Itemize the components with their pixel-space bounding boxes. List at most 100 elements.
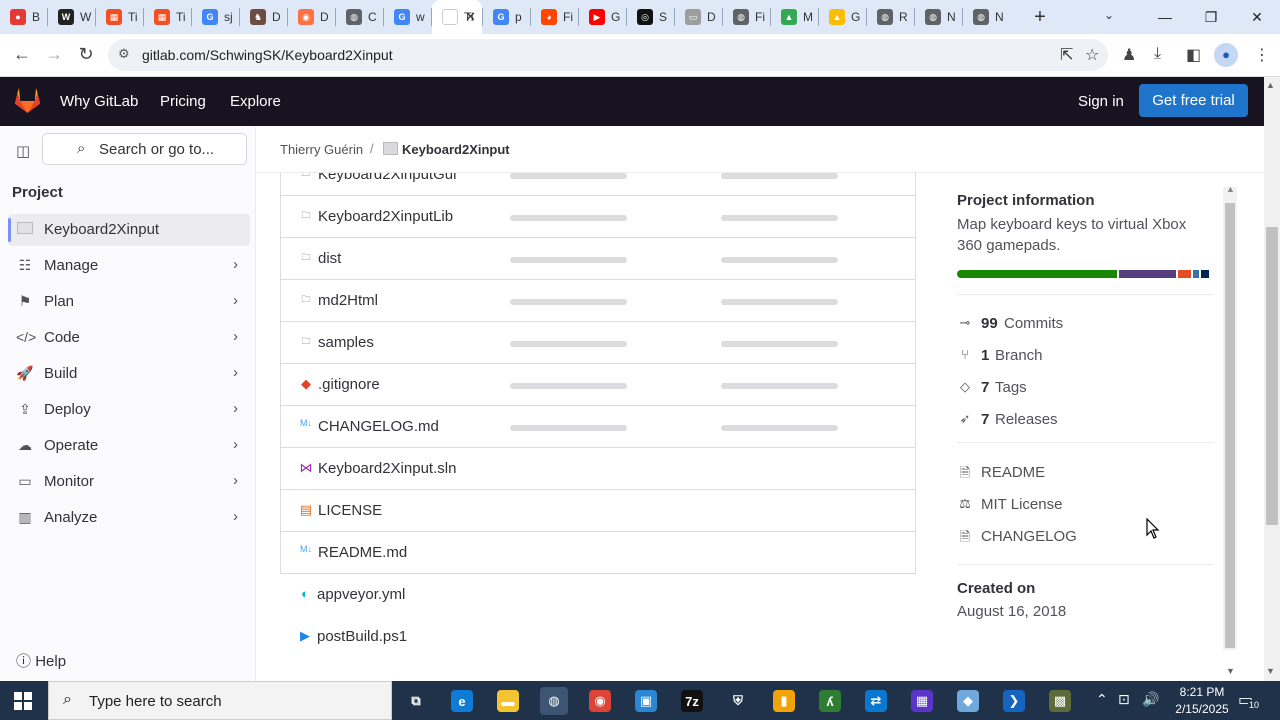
file-row[interactable]: ⋈ Keyboard2Xinput.sln	[280, 448, 916, 490]
help-link[interactable]: ⓘ Help	[16, 650, 66, 671]
file-row[interactable]: M↓ CHANGELOG.md	[280, 406, 916, 448]
language-segment[interactable]	[1193, 270, 1202, 278]
free-trial-button[interactable]: Get free trial	[1139, 84, 1248, 117]
browser-tab[interactable]: ▦ Ti	[144, 0, 191, 34]
page-scroll-down-icon[interactable]: ▼	[1266, 666, 1275, 676]
browser-menu-icon[interactable]: ⋮	[1254, 45, 1270, 65]
file-name-link[interactable]: Keyboard2XinputGui	[318, 173, 456, 183]
side-panel-icon[interactable]: ◧	[1186, 45, 1201, 65]
project-link-readme[interactable]: 🗎 README	[957, 463, 1157, 483]
clock[interactable]: 8:21 PM 2/15/2025	[1170, 684, 1234, 718]
browser-tab[interactable]: ◍ Fi	[723, 0, 770, 34]
language-bar[interactable]	[957, 270, 1214, 278]
file-row[interactable]: ▤ LICENSE	[280, 490, 916, 532]
network-icon[interactable]: ⊡	[1118, 691, 1130, 708]
nav-explore[interactable]: Explore	[230, 93, 281, 110]
sign-in-link[interactable]: Sign in	[1078, 93, 1124, 110]
browser-tab[interactable]: ▦ Ti	[96, 0, 143, 34]
app-misc-icon[interactable]: ▩	[1046, 687, 1074, 715]
powershell-icon[interactable]: ❯	[1000, 687, 1028, 715]
sidebar-item-code[interactable]: </> Code ›	[8, 322, 250, 354]
breadcrumb-owner[interactable]: Thierry Guérin	[280, 142, 363, 157]
chrome-icon[interactable]: ◉	[586, 687, 614, 715]
file-row[interactable]: 🗀 md2Html	[280, 280, 916, 322]
file-name-link[interactable]: md2Html	[318, 292, 378, 309]
file-row[interactable]: 🗀 Keyboard2XinputGui	[280, 173, 916, 196]
sidebar-item-build[interactable]: 🚀 Build ›	[8, 358, 250, 390]
file-name-link[interactable]: CHANGELOG.md	[318, 418, 439, 435]
browser-tab[interactable]: ▭ D	[675, 0, 722, 34]
browser-tab[interactable]: ◉ D	[288, 0, 335, 34]
cpu-icon[interactable]: ▦	[908, 687, 936, 715]
project-link-mit-license[interactable]: ⚖ MIT License	[957, 495, 1157, 515]
stat-releases[interactable]: ➶ 7 Releases	[957, 410, 1157, 430]
close-window-button[interactable]: ✕	[1234, 0, 1280, 34]
browser-tab[interactable]: Gp	[483, 0, 530, 34]
file-row[interactable]: M↓ README.md	[280, 532, 916, 574]
file-name-link[interactable]: dist	[318, 250, 341, 267]
browser-tab[interactable]: ◍ R	[867, 0, 914, 34]
app-icon[interactable]: ▣	[632, 687, 660, 715]
volume-icon[interactable]: 🔊	[1142, 691, 1159, 708]
project-link-changelog[interactable]: 🗎 CHANGELOG	[957, 527, 1157, 547]
nav-why-gitlab[interactable]: Why GitLab	[60, 93, 138, 110]
file-name-link[interactable]: postBuild.ps1	[317, 628, 407, 645]
breadcrumb-project[interactable]: Keyboard2Xinput	[402, 142, 510, 157]
browser-tab[interactable]: ◍ C	[336, 0, 383, 34]
forward-button[interactable]: →	[42, 44, 66, 65]
file-name-link[interactable]: LICENSE	[318, 502, 382, 519]
remote-icon[interactable]: ⇄	[862, 687, 890, 715]
address-bar[interactable]: ⚙ gitlab.com/SchwingSK/Keyboard2Xinput ⇱…	[108, 39, 1108, 71]
file-name-link[interactable]: .gitignore	[318, 376, 380, 393]
file-row[interactable]: 🗀 dist	[280, 238, 916, 280]
file-name-link[interactable]: samples	[318, 334, 374, 351]
stat-branch[interactable]: ⑂ 1 Branch	[957, 346, 1157, 366]
language-segment[interactable]	[957, 270, 1119, 278]
task-view-icon[interactable]: ⧉	[402, 687, 430, 715]
back-button[interactable]: ←	[10, 44, 34, 65]
file-row[interactable]: 🗀 samples	[280, 322, 916, 364]
browser-tab[interactable]: ● B	[0, 0, 47, 34]
site-info-icon[interactable]: ⚙	[118, 46, 130, 62]
browser-tab[interactable]: ◍ N	[963, 0, 1010, 34]
file-row[interactable]: ◐ appveyor.yml	[280, 574, 916, 616]
file-name-link[interactable]: README.md	[318, 544, 407, 561]
browser-tab[interactable]: ◍ N	[915, 0, 962, 34]
language-segment[interactable]	[1201, 270, 1212, 278]
download-icon[interactable]: ⤓	[1154, 45, 1161, 63]
sidebar-item-monitor[interactable]: ▭ Monitor ›	[8, 466, 250, 498]
minimize-button[interactable]: —	[1142, 0, 1188, 34]
browser-tab[interactable]: Gw	[384, 0, 431, 34]
scroll-up-arrow-icon[interactable]: ▲	[1226, 184, 1235, 194]
search-input[interactable]: ⌕ Search or go to...	[42, 133, 247, 165]
chrome-active-icon[interactable]: ◍	[540, 687, 568, 715]
restore-button[interactable]: ❐	[1188, 0, 1234, 34]
profile-avatar[interactable]: ●	[1214, 43, 1238, 67]
browser-tab[interactable]: ◎ S	[627, 0, 674, 34]
app-green-icon[interactable]: ʎ	[816, 687, 844, 715]
browser-tab[interactable]: Gsj	[192, 0, 239, 34]
start-button[interactable]	[14, 692, 32, 715]
gitlab-logo-icon[interactable]	[14, 88, 41, 118]
sidebar-item-plan[interactable]: ⚑ Plan ›	[8, 286, 250, 318]
file-row[interactable]: ◆ .gitignore	[280, 364, 916, 406]
file-name-link[interactable]: Keyboard2XinputLib	[318, 208, 453, 225]
stat-tags[interactable]: ◇ 7 Tags	[957, 378, 1157, 398]
sidebar-item-manage[interactable]: ☷ Manage ›	[8, 250, 250, 282]
bookmark-star-icon[interactable]: ☆	[1085, 45, 1099, 65]
stat-commits[interactable]: ⊸ 99 Commits	[957, 314, 1157, 334]
page-scroll-up-icon[interactable]: ▲	[1266, 80, 1275, 90]
file-name-link[interactable]: Keyboard2Xinput.sln	[318, 460, 456, 477]
edge-icon[interactable]: e	[448, 687, 476, 715]
browser-tab[interactable]: WW	[48, 0, 95, 34]
close-tab-icon[interactable]: ✕	[465, 9, 476, 25]
panel-scrollbar-thumb[interactable]	[1225, 203, 1235, 648]
new-tab-button[interactable]: +	[1022, 6, 1058, 29]
sidebar-toggle-icon[interactable]: ◫	[16, 142, 30, 160]
page-scrollbar-thumb[interactable]	[1266, 227, 1278, 525]
url-text[interactable]: gitlab.com/SchwingSK/Keyboard2Xinput	[142, 47, 393, 63]
file-name-link[interactable]: appveyor.yml	[317, 586, 405, 603]
share-icon[interactable]: ⇱	[1060, 45, 1073, 65]
file-row[interactable]: ▶ postBuild.ps1	[280, 616, 916, 658]
browser-tab[interactable]: ♞ D	[240, 0, 287, 34]
